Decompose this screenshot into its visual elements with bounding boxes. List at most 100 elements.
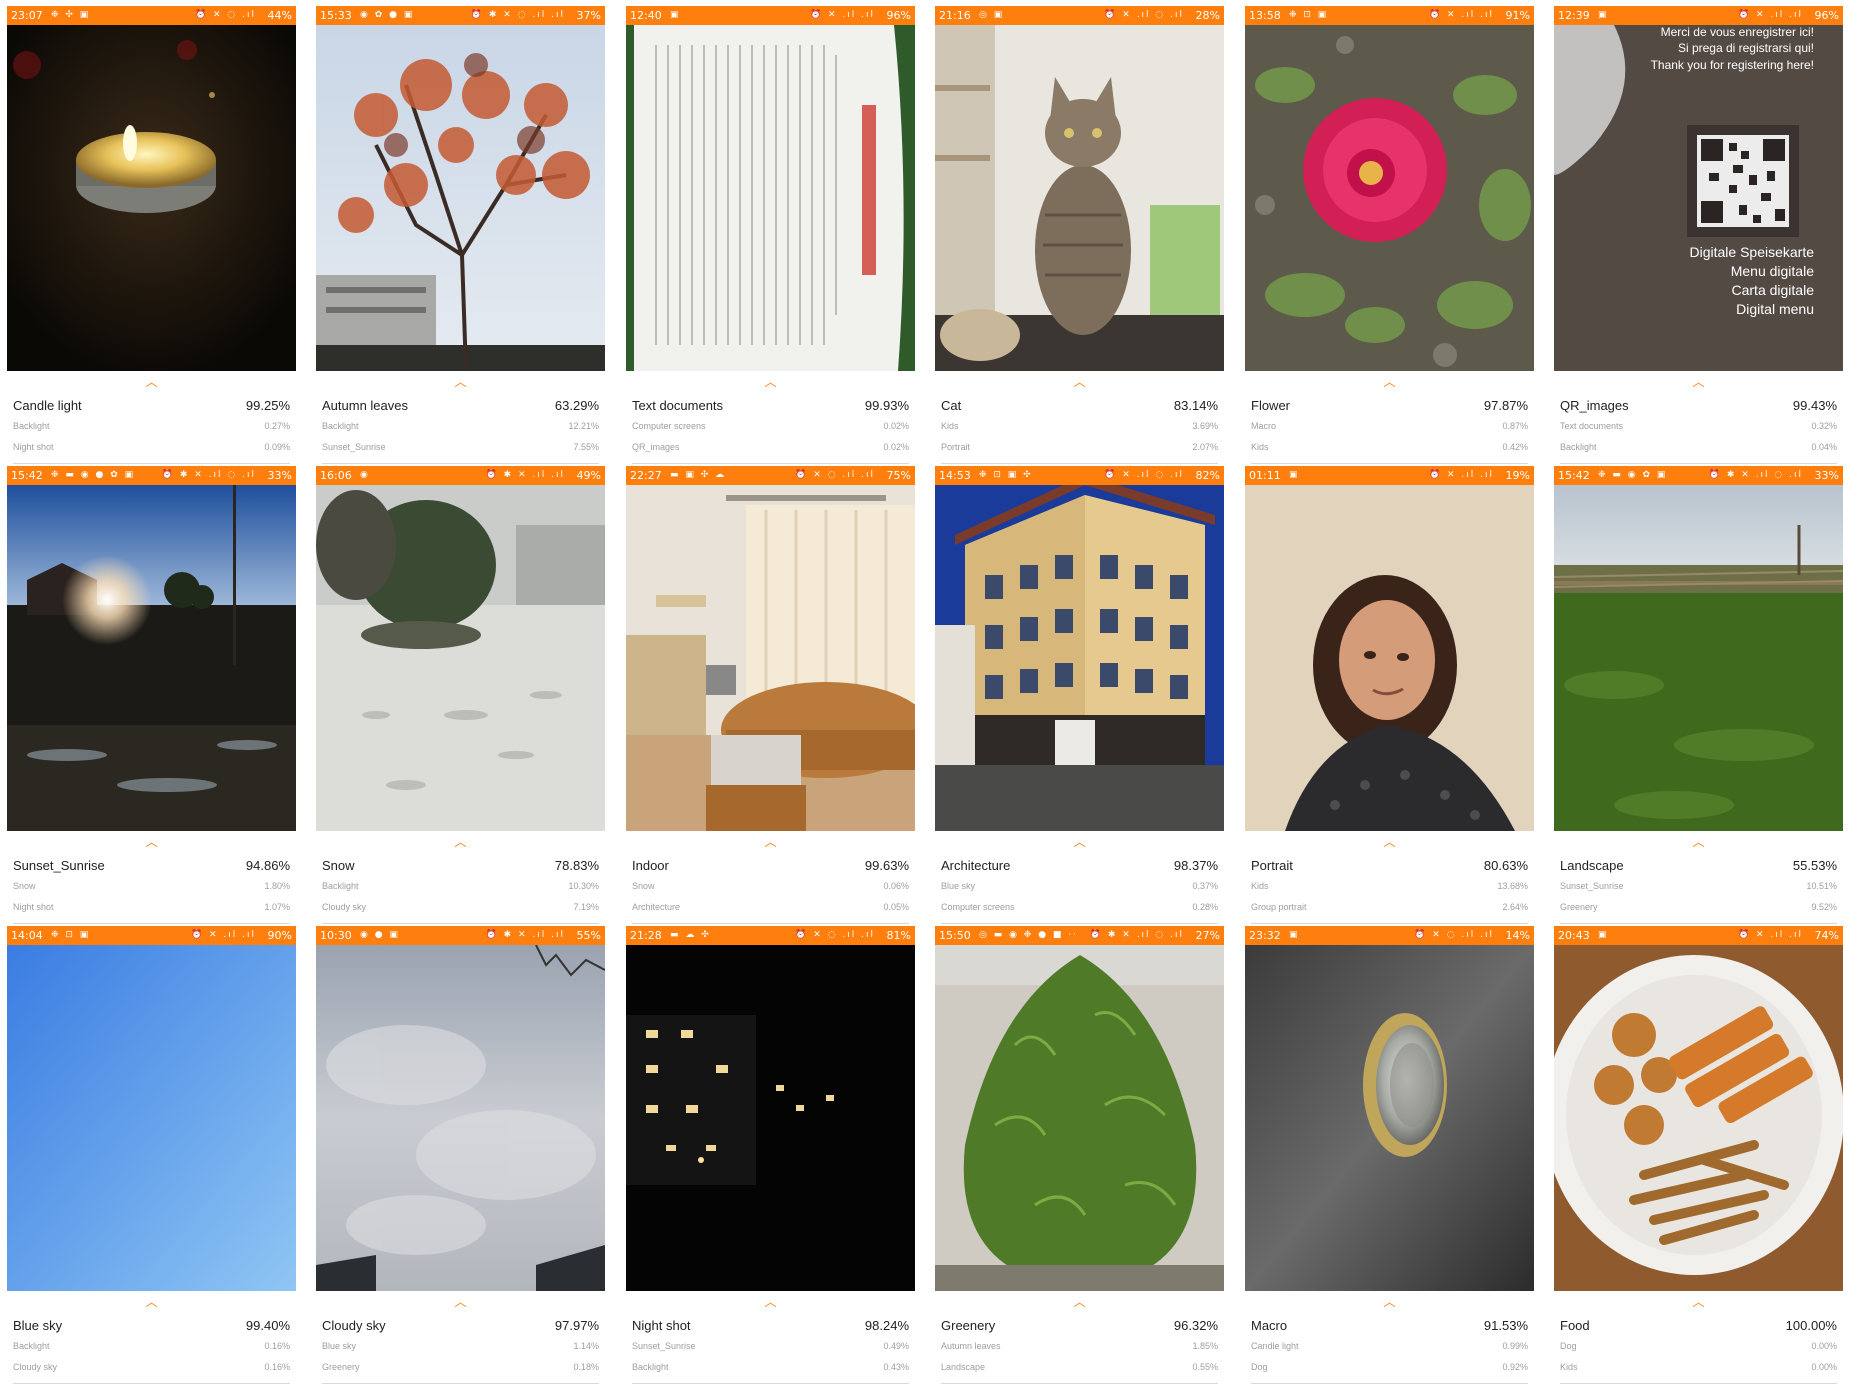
chevron-up-icon[interactable]: ︿ — [316, 376, 605, 388]
chevron-up-icon[interactable]: ︿ — [935, 836, 1224, 848]
status-bar: 15:42 ❉ ▬ ◉ ✿ ▣ ⏰ ✱ ✕ .ıl ◌ .ıl 33% — [1554, 466, 1843, 485]
divider — [941, 1383, 1218, 1384]
top-result-label: Cat — [941, 398, 962, 413]
phone-screen: 12:40 ▣ ⏰ ✕ .ıl .ıl 96% ︿ Text documents… — [626, 6, 915, 465]
second-result-label: Backlight — [13, 421, 50, 431]
photo-text-line: Thank you for registering here! — [1650, 58, 1814, 72]
status-bar: 21:28 ▬ ☁ ✣ ⏰ ✕ ◌ .ıl .ıl 81% — [626, 926, 915, 945]
battery-level: 74% — [1814, 929, 1839, 942]
divider — [1251, 1383, 1528, 1384]
chevron-up-icon[interactable]: ︿ — [1554, 376, 1843, 388]
system-status-icons: ⏰ ✕ .ıl .ıl — [1737, 10, 1803, 20]
chevron-up-icon[interactable]: ︿ — [316, 1296, 605, 1308]
status-time: 21:28 — [630, 929, 662, 942]
status-time: 10:30 — [320, 929, 352, 942]
second-result-row: Snow 1.80% — [13, 881, 290, 893]
top-result-row: Sunset_Sunrise 94.86% — [13, 858, 290, 874]
third-result-row: Greenery 9.52% — [1560, 902, 1837, 914]
phone-screen: 14:53 ❉ ⊡ ▣ ✣ ⏰ ✕ .ıl ◌ .ıl 82% ︿ Archit… — [935, 466, 1224, 925]
battery-level: 19% — [1505, 469, 1530, 482]
notification-icons: ▣ — [1289, 470, 1300, 480]
top-result-row: Text documents 99.93% — [632, 398, 909, 414]
system-status-icons: ⏰ ✕ .ıl .ıl — [1428, 470, 1494, 480]
third-result-label: Greenery — [322, 1362, 360, 1372]
chevron-up-icon[interactable]: ︿ — [316, 836, 605, 848]
third-result-label: Kids — [1560, 1362, 1578, 1372]
divider — [1251, 463, 1528, 464]
top-result-value: 99.25% — [245, 398, 290, 413]
autumn-tree-photo — [316, 25, 605, 371]
phone-screen: 15:50 ◎ ▬ ◉ ❉ ● ■ ·· ⏰ ✱ ✕ .ıl ◌ .ıl 27%… — [935, 926, 1224, 1385]
third-result-label: Cloudy sky — [13, 1362, 58, 1372]
landscape-photo — [1554, 485, 1843, 831]
third-result-row: Landscape 0.55% — [941, 1362, 1218, 1374]
battery-level: 55% — [576, 929, 601, 942]
second-result-label: Backlight — [322, 881, 359, 891]
chevron-up-icon[interactable]: ︿ — [1554, 836, 1843, 848]
second-result-value: 0.00% — [1811, 1341, 1837, 1351]
top-result-label: Autumn leaves — [322, 398, 408, 413]
second-result-value: 0.27% — [264, 421, 290, 431]
second-result-value: 0.06% — [883, 881, 909, 891]
third-result-value: 1.07% — [264, 902, 290, 912]
status-time: 23:07 — [11, 9, 43, 22]
third-result-value: 0.42% — [1502, 442, 1528, 452]
status-bar: 12:39 ▣ ⏰ ✕ .ıl .ıl 96% — [1554, 6, 1843, 25]
system-status-icons: ⏰ ✕ .ıl ◌ .ıl — [1104, 470, 1184, 480]
chevron-up-icon[interactable]: ︿ — [7, 376, 296, 388]
chevron-up-icon[interactable]: ︿ — [1245, 376, 1534, 388]
chevron-up-icon[interactable]: ︿ — [626, 376, 915, 388]
third-result-label: Landscape — [941, 1362, 986, 1372]
status-time: 21:16 — [939, 9, 971, 22]
status-time: 22:27 — [630, 469, 662, 482]
second-result-label: Snow — [632, 881, 655, 891]
status-bar: 23:07 ❉ ✣ ▣ ⏰ ✕ ◌ .ıl 44% — [7, 6, 296, 25]
top-result-label: Flower — [1251, 398, 1291, 413]
chevron-up-icon[interactable]: ︿ — [1245, 1296, 1534, 1308]
battery-level: 14% — [1505, 929, 1530, 942]
phone-screen: 01:11 ▣ ⏰ ✕ .ıl .ıl 19% ︿ Portrait 80.63… — [1245, 466, 1534, 925]
chevron-up-icon[interactable]: ︿ — [7, 1296, 296, 1308]
second-result-label: Snow — [13, 881, 36, 891]
battery-level: 91% — [1505, 9, 1530, 22]
phone-screen: 23:32 ▣ ⏰ ✕ ◌ .ıl .ıl 14% ︿ Macro 91.53% — [1245, 926, 1534, 1385]
status-bar: 20:43 ▣ ⏰ ✕ .ıl .ıl 74% — [1554, 926, 1843, 945]
chevron-up-icon[interactable]: ︿ — [935, 1296, 1224, 1308]
system-status-icons: ⏰ ✱ ✕ .ıl ◌ .ıl — [161, 470, 256, 480]
system-status-icons: ⏰ ✱ ✕ .ıl .ıl — [485, 930, 565, 940]
notification-icons: ▣ — [670, 10, 681, 20]
battery-level: 75% — [886, 469, 911, 482]
third-result-label: Portrait — [941, 442, 971, 452]
chevron-up-icon[interactable]: ︿ — [626, 836, 915, 848]
notification-icons: ▣ — [1598, 10, 1609, 20]
notification-icons: ❉ ✣ ▣ — [51, 10, 91, 20]
second-result-label: Sunset_Sunrise — [632, 1341, 696, 1351]
divider — [1560, 463, 1837, 464]
top-result-label: Candle light — [13, 398, 82, 413]
divider — [13, 463, 290, 464]
cloudy-sky-photo — [316, 945, 605, 1291]
chevron-up-icon[interactable]: ︿ — [1245, 836, 1534, 848]
status-bar: 15:42 ❉ ▬ ◉ ● ✿ ▣ ⏰ ✱ ✕ .ıl ◌ .ıl 33% — [7, 466, 296, 485]
top-result-value: 99.93% — [864, 398, 909, 413]
divider — [13, 1383, 290, 1384]
battery-level: 96% — [1814, 9, 1839, 22]
status-bar: 01:11 ▣ ⏰ ✕ .ıl .ıl 19% — [1245, 466, 1534, 485]
third-result-value: 0.04% — [1811, 442, 1837, 452]
candle-photo — [7, 25, 296, 371]
chevron-up-icon[interactable]: ︿ — [626, 1296, 915, 1308]
top-result-row: Cloudy sky 97.97% — [322, 1318, 599, 1334]
status-time: 15:42 — [11, 469, 43, 482]
chevron-up-icon[interactable]: ︿ — [935, 376, 1224, 388]
system-status-icons: ⏰ ✕ .ıl ◌ .ıl — [1104, 10, 1184, 20]
building-photo — [935, 485, 1224, 831]
second-result-value: 0.32% — [1811, 421, 1837, 431]
system-status-icons: ⏰ ✱ ✕ .ıl .ıl — [485, 470, 565, 480]
third-result-label: Sunset_Sunrise — [322, 442, 386, 452]
battery-level: 96% — [886, 9, 911, 22]
chevron-up-icon[interactable]: ︿ — [7, 836, 296, 848]
phone-screen: 12:39 ▣ ⏰ ✕ .ıl .ıl 96% Merci de vous en… — [1554, 6, 1843, 465]
chevron-up-icon[interactable]: ︿ — [1554, 1296, 1843, 1308]
second-result-row: Snow 0.06% — [632, 881, 909, 893]
top-result-value: 55.53% — [1792, 858, 1837, 873]
